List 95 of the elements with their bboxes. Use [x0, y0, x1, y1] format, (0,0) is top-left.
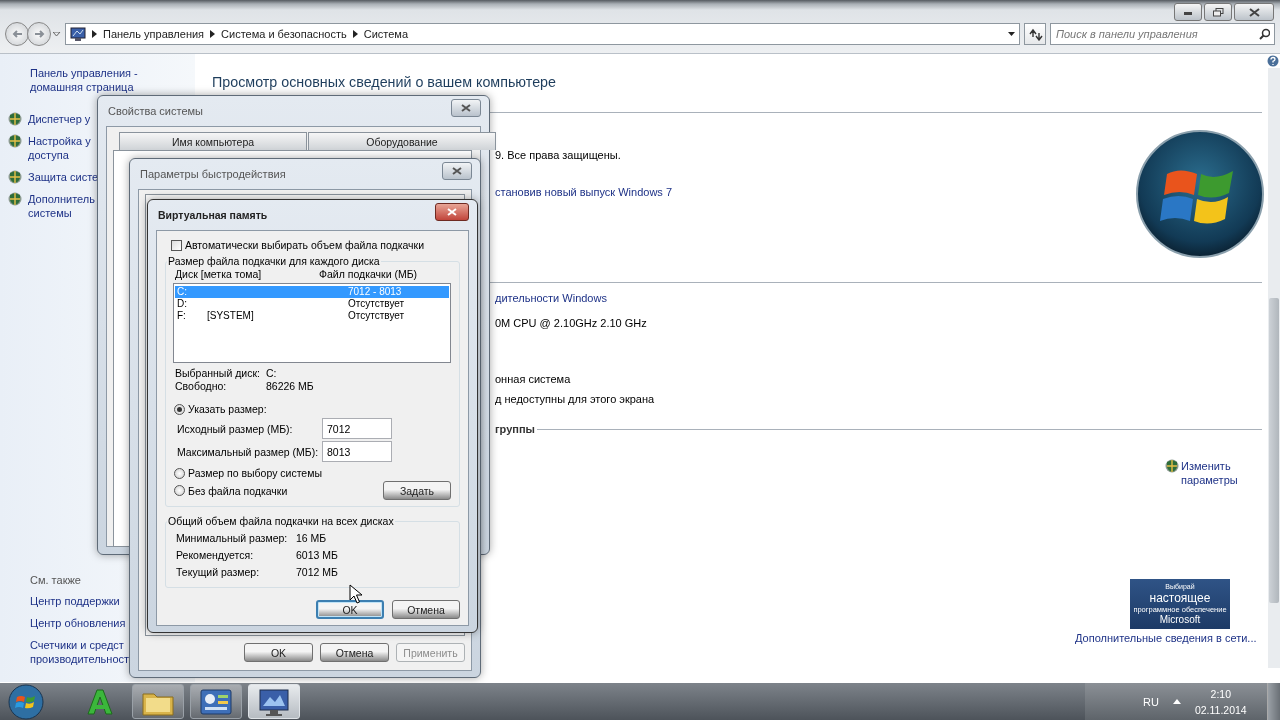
scrollbar-thumb[interactable] — [1269, 298, 1279, 603]
radio-button[interactable] — [174, 485, 185, 496]
scrollbar[interactable] — [1268, 68, 1280, 668]
field-value: 16 МБ — [296, 531, 328, 546]
field-value: 7012 МБ — [296, 565, 339, 580]
checkbox[interactable] — [171, 239, 182, 251]
info-link[interactable]: дительности Windows — [495, 291, 607, 305]
restore-button[interactable] — [1204, 3, 1232, 21]
size-field[interactable]: 7012 — [322, 418, 392, 439]
dialog-button[interactable]: OK — [244, 643, 313, 662]
close-icon — [461, 104, 471, 112]
tab[interactable]: Имя компьютера — [119, 132, 307, 150]
field-value: 6013 МБ — [296, 548, 339, 563]
forward-button[interactable] — [27, 22, 51, 46]
radio-button[interactable] — [174, 403, 185, 415]
close-icon — [452, 167, 462, 175]
dialog-title: Свойства системы — [107, 105, 203, 117]
field-value: 86226 МБ — [266, 380, 315, 393]
search-field[interactable]: Поиск в панели управления — [1050, 23, 1275, 45]
badge-text: Microsoft — [1159, 615, 1201, 626]
radio-label: Без файла подкачки — [188, 484, 288, 497]
start-button[interactable] — [8, 683, 44, 720]
info-link[interactable]: становив новый выпуск Windows 7 — [495, 185, 672, 199]
close-button[interactable] — [451, 99, 481, 117]
computer-icon — [70, 27, 86, 41]
refresh-icon — [1027, 27, 1043, 41]
radio-label: Указать размер: — [188, 403, 267, 415]
column-header: Диск [метка тома] — [175, 268, 263, 280]
tray-expand-icon[interactable] — [1172, 699, 1181, 704]
close-button[interactable] — [1234, 3, 1274, 21]
field-label: Выбранный диск: — [175, 367, 261, 380]
close-button[interactable] — [435, 203, 469, 221]
chevron-icon — [352, 30, 358, 38]
search-icon — [1259, 28, 1270, 40]
dialog-button[interactable]: OK — [316, 600, 384, 619]
mouse-cursor-icon — [349, 584, 363, 604]
drive-row[interactable]: F: [SYSTEM] Отсутствует — [175, 310, 449, 322]
close-icon — [1248, 7, 1260, 17]
taskbar-button[interactable] — [132, 684, 184, 719]
size-field[interactable]: 8013 — [322, 441, 392, 462]
restore-icon — [1212, 7, 1224, 17]
sidebar-link[interactable]: Панель управления - домашняя страница — [30, 66, 195, 94]
section-title: См. также — [30, 574, 82, 586]
drive-list[interactable]: C: 7012 - 8013 D: Отсутствует F: [SYSTEM] Отсутствует — [173, 283, 451, 363]
sidebar-link[interactable]: Настройка у доступа — [28, 134, 91, 162]
info-text: онная система — [495, 372, 571, 386]
sidebar-link[interactable]: Дополнитель системы — [28, 192, 95, 220]
history-dropdown-icon[interactable] — [53, 31, 61, 37]
section-heading: группы — [495, 423, 535, 435]
field-label: Максимальный размер (МБ): — [177, 445, 320, 458]
change-settings-link[interactable]: Изменить параметры — [1181, 459, 1238, 487]
badge-text: настоящее — [1149, 591, 1211, 604]
chevron-icon — [210, 30, 216, 38]
tab[interactable]: Оборудование — [308, 132, 496, 150]
radio-button[interactable] — [174, 467, 185, 479]
breadcrumb-item[interactable]: Система и безопасность — [221, 28, 347, 40]
field-label: Исходный размер (МБ): — [177, 422, 294, 435]
forward-arrow-icon — [32, 29, 46, 39]
clock[interactable]: 2:10 02.11.2014 — [1194, 685, 1247, 718]
field-label: Минимальный размер: — [176, 531, 289, 546]
back-arrow-icon — [10, 29, 24, 39]
checkbox-label: Автоматически выбирать объем файла подкачки — [185, 239, 425, 251]
dropdown-icon[interactable] — [1008, 32, 1015, 36]
sidebar-link[interactable]: Защита систе — [28, 170, 99, 184]
info-text: 9. Все права защищены. — [495, 148, 621, 162]
back-button[interactable] — [5, 22, 29, 46]
group-title: Размер файла подкачки для каждого диска — [167, 255, 381, 267]
dialog-title: Виртуальная память — [157, 209, 268, 221]
field-label: Текущий размер: — [176, 565, 261, 580]
sidebar-link[interactable]: Диспетчер у — [28, 112, 91, 126]
minimize-button[interactable] — [1174, 3, 1202, 21]
dialog-button[interactable]: Отмена — [320, 643, 389, 662]
refresh-button[interactable] — [1024, 23, 1046, 45]
help-icon[interactable] — [1267, 55, 1279, 67]
group-title: Общий объем файла подкачки на всех дисках — [167, 515, 395, 527]
breadcrumb-item[interactable]: Панель управления — [103, 28, 205, 40]
page-heading: Просмотр основных сведений о вашем компьютере — [212, 74, 557, 92]
field-label: Рекомендуется: — [176, 548, 255, 563]
chevron-icon — [92, 30, 97, 38]
breadcrumb-item[interactable]: Система — [363, 28, 409, 40]
close-icon — [447, 208, 457, 216]
more-info-link[interactable]: Дополнительные сведения в сети... — [1075, 632, 1257, 644]
close-button[interactable] — [442, 162, 472, 180]
field-value: C: — [266, 367, 278, 380]
radio-label: Размер по выбору системы — [188, 467, 322, 479]
info-text: д недоступны для этого экрана — [495, 392, 655, 406]
language-indicator[interactable]: RU — [1143, 695, 1159, 708]
taskbar-button[interactable] — [190, 684, 242, 719]
dialog-title: Параметры быстродействия — [139, 168, 286, 180]
set-button[interactable]: Задать — [383, 481, 451, 500]
column-header: Файл подкачки (МБ) — [319, 268, 419, 280]
drive-row[interactable]: D: Отсутствует — [175, 298, 449, 310]
dialog-button[interactable]: Отмена — [392, 600, 460, 619]
field-label: Свободно: — [175, 380, 228, 393]
info-text: 0M CPU @ 2.10GHz 2.10 GHz — [495, 316, 647, 330]
